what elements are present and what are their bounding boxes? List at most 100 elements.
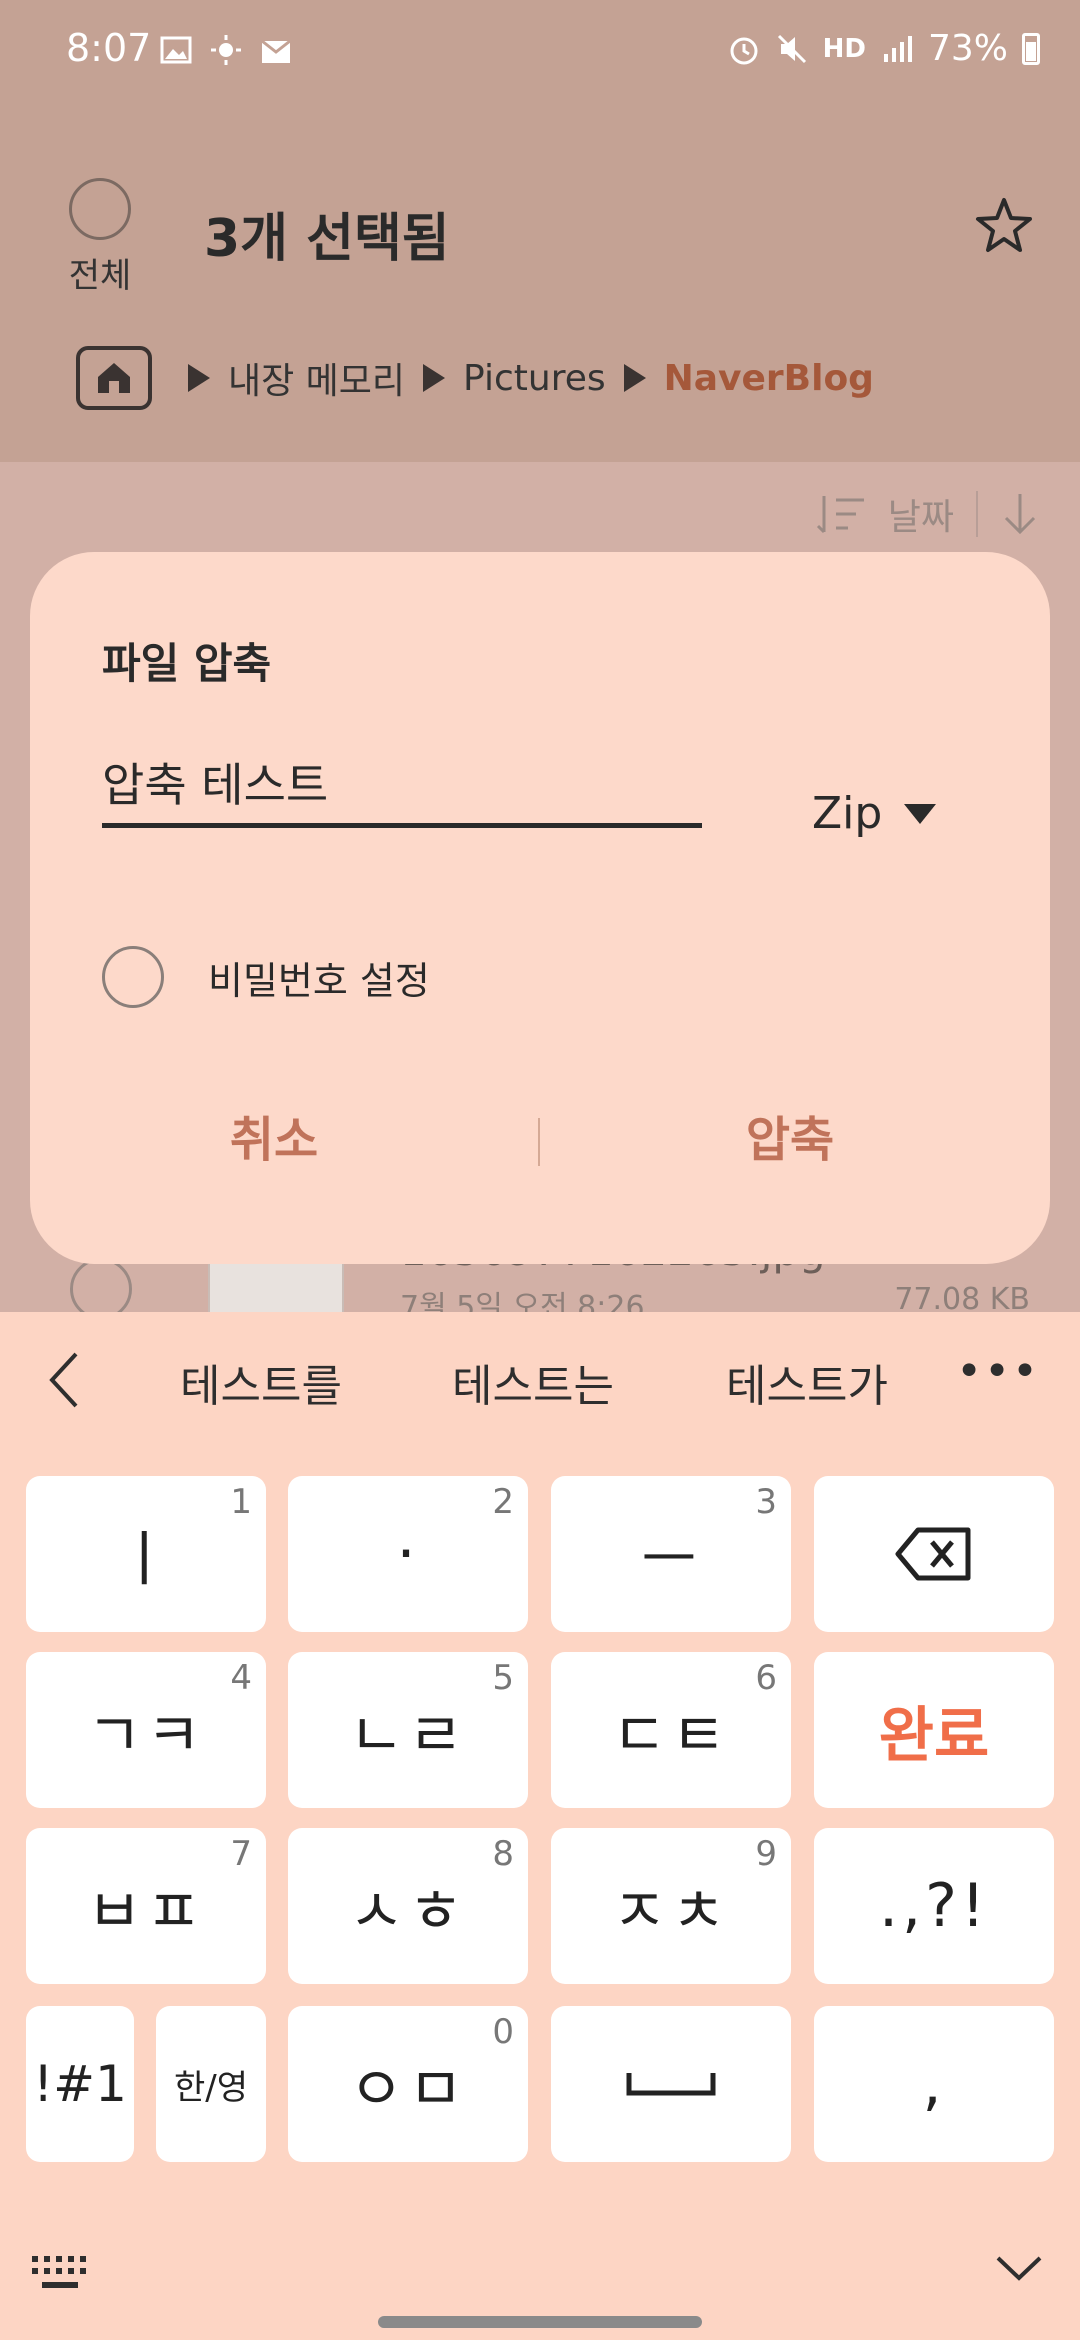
sort-icon[interactable] bbox=[816, 494, 866, 534]
key-label: · bbox=[396, 1519, 420, 1589]
home-button[interactable] bbox=[76, 346, 152, 410]
key-label: .,?! bbox=[878, 1871, 990, 1941]
punctuation-key[interactable]: .,?! bbox=[814, 1828, 1054, 1984]
home-indicator[interactable] bbox=[378, 2316, 702, 2328]
file-size: 77.08 KB bbox=[894, 1282, 1030, 1312]
chevron-left-icon[interactable] bbox=[44, 1350, 84, 1410]
compress-dialog: 파일 압축 Zip 비밀번호 설정 취소 압축 bbox=[30, 552, 1050, 1264]
key-6[interactable]: ㄷㅌ 6 bbox=[551, 1652, 791, 1808]
battery-icon bbox=[1022, 32, 1040, 65]
select-all-label: 전체 bbox=[68, 256, 132, 296]
key-label: 한/영 bbox=[173, 2067, 248, 2108]
key-label: ㅡ bbox=[641, 1524, 701, 1595]
more-icon[interactable]: ••• bbox=[956, 1346, 1040, 1397]
key-0[interactable]: ㅇㅁ 0 bbox=[288, 2006, 528, 2162]
suggestion-2[interactable]: 테스트는 bbox=[452, 1350, 614, 1414]
key-2[interactable]: · 2 bbox=[288, 1476, 528, 1632]
key-number: 7 bbox=[230, 1834, 252, 1874]
keyboard-icon[interactable] bbox=[30, 2252, 90, 2292]
network-label: HD bbox=[822, 33, 866, 64]
sort-label[interactable]: 날짜 bbox=[888, 488, 954, 540]
status-bar: 8:07 HD 73% bbox=[0, 0, 1080, 100]
key-label: ㅈㅊ bbox=[611, 1876, 731, 1947]
key-label: ㅣ bbox=[116, 1524, 176, 1595]
key-5[interactable]: ㄴㄹ 5 bbox=[288, 1652, 528, 1808]
format-dropdown[interactable]: Zip bbox=[812, 788, 937, 839]
dialog-title: 파일 압축 bbox=[102, 639, 272, 688]
key-label: ㅂㅍ bbox=[86, 1876, 206, 1947]
app-header: 8:07 HD 73% 전체 3개 선택됨 내장 메모리 Pictures Na… bbox=[0, 0, 1080, 462]
brightness-icon bbox=[210, 34, 242, 66]
mail-icon bbox=[260, 34, 292, 66]
password-option[interactable]: 비밀번호 설정 bbox=[102, 946, 430, 1008]
breadcrumb-item-pictures[interactable]: Pictures bbox=[463, 358, 606, 399]
status-left-icons bbox=[160, 34, 292, 66]
breadcrumb-item-current[interactable]: NaverBlog bbox=[664, 358, 874, 399]
key-label: ㄷㅌ bbox=[611, 1700, 731, 1771]
language-key[interactable]: 한/영 bbox=[156, 2006, 266, 2162]
suggestion-1[interactable]: 테스트를 bbox=[180, 1350, 342, 1414]
key-number: 4 bbox=[230, 1658, 252, 1698]
sort-divider bbox=[976, 491, 978, 537]
key-1[interactable]: ㅣ 1 bbox=[26, 1476, 266, 1632]
password-label: 비밀번호 설정 bbox=[208, 958, 430, 1003]
alarm-icon bbox=[730, 37, 758, 64]
key-label: ㄴㄹ bbox=[348, 1700, 468, 1771]
suggestion-3[interactable]: 테스트가 bbox=[726, 1350, 888, 1414]
password-checkbox[interactable] bbox=[102, 946, 164, 1008]
space-key[interactable] bbox=[551, 2006, 791, 2162]
key-8[interactable]: ㅅㅎ 8 bbox=[288, 1828, 528, 1984]
key-label: , bbox=[922, 2049, 946, 2119]
filename-input[interactable] bbox=[102, 752, 702, 828]
select-all-checkbox[interactable] bbox=[69, 178, 131, 240]
compress-button[interactable]: 압축 bbox=[700, 1100, 880, 1180]
key-4[interactable]: ㄱㅋ 4 bbox=[26, 1652, 266, 1808]
signal-icon bbox=[883, 35, 912, 62]
select-all-toggle[interactable]: 전체 bbox=[68, 178, 132, 297]
key-label: ㅇㅁ bbox=[348, 2054, 468, 2125]
backspace-key[interactable] bbox=[814, 1476, 1054, 1632]
image-icon bbox=[160, 34, 192, 66]
key-number: 8 bbox=[492, 1834, 514, 1874]
page-title: 3개 선택됨 bbox=[204, 209, 450, 269]
key-label: !#1 bbox=[33, 2055, 127, 2113]
key-3[interactable]: ㅡ 3 bbox=[551, 1476, 791, 1632]
home-icon bbox=[98, 363, 130, 393]
breadcrumb-arrow-icon bbox=[188, 364, 210, 392]
backspace-icon bbox=[895, 1527, 971, 1581]
button-divider bbox=[538, 1118, 540, 1166]
breadcrumb: 내장 메모리 Pictures NaverBlog bbox=[76, 346, 874, 410]
done-key[interactable]: 완료 bbox=[814, 1652, 1054, 1808]
chevron-down-icon[interactable] bbox=[994, 2250, 1044, 2286]
star-icon[interactable] bbox=[972, 194, 1036, 258]
breadcrumb-arrow-icon bbox=[423, 364, 446, 392]
symbols-key[interactable]: !#1 bbox=[26, 2006, 134, 2162]
battery-percent: 73% bbox=[927, 28, 1008, 69]
keyboard: 테스트를 테스트는 테스트가 ••• ㅣ 1 · 2 ㅡ 3 ㄱㅋ 4 ㄴㄹ 5… bbox=[0, 1312, 1080, 2340]
breadcrumb-item-internal[interactable]: 내장 메모리 bbox=[228, 352, 405, 404]
file-checkbox[interactable] bbox=[70, 1258, 132, 1312]
cancel-button[interactable]: 취소 bbox=[184, 1100, 364, 1180]
key-number: 3 bbox=[755, 1482, 777, 1522]
key-number: 0 bbox=[492, 2012, 514, 2052]
sort-row: 날짜 bbox=[816, 488, 1040, 540]
key-number: 9 bbox=[755, 1834, 777, 1874]
dropdown-caret-icon bbox=[904, 803, 937, 824]
key-number: 1 bbox=[230, 1482, 252, 1522]
key-label: ㄱㅋ bbox=[86, 1700, 206, 1771]
file-date: 7월 5일 오전 8:26 bbox=[400, 1290, 645, 1312]
comma-key[interactable]: , bbox=[814, 2006, 1054, 2162]
key-label: 완료 bbox=[878, 1700, 990, 1771]
space-icon bbox=[626, 2073, 716, 2096]
status-time: 8:07 bbox=[66, 26, 152, 70]
mute-icon bbox=[777, 34, 806, 63]
key-number: 2 bbox=[492, 1482, 514, 1522]
key-7[interactable]: ㅂㅍ 7 bbox=[26, 1828, 266, 1984]
status-right-icons: HD 73% bbox=[727, 28, 1040, 69]
arrow-down-icon[interactable] bbox=[1000, 492, 1040, 536]
key-9[interactable]: ㅈㅊ 9 bbox=[551, 1828, 791, 1984]
key-label: ㅅㅎ bbox=[348, 1876, 468, 1947]
key-number: 5 bbox=[492, 1658, 514, 1698]
key-number: 6 bbox=[755, 1658, 777, 1698]
suggestion-bar: 테스트를 테스트는 테스트가 ••• bbox=[0, 1312, 1080, 1448]
